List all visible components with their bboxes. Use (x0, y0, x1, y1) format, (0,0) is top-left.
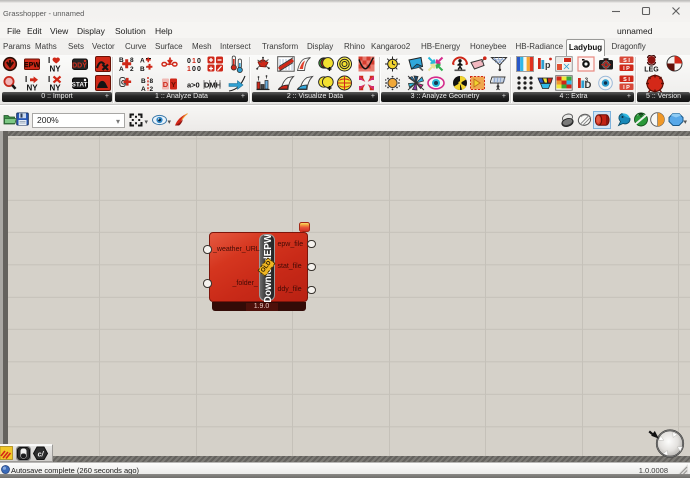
svg-text:0: 0 (187, 58, 191, 65)
svg-text:EPW: EPW (24, 62, 40, 69)
svg-text:STAT: STAT (72, 81, 88, 88)
svg-text:0: 0 (197, 66, 201, 72)
svg-text:A: A (140, 58, 145, 65)
svg-text:D: D (163, 80, 169, 89)
svg-text:B: B (141, 78, 146, 85)
svg-text:A: A (119, 66, 124, 72)
svg-text:0: 0 (197, 58, 201, 65)
svg-text:2: 2 (150, 86, 154, 92)
svg-text:I P: I P (623, 85, 630, 91)
svg-text:0: 0 (192, 66, 196, 72)
svg-text:NY: NY (49, 65, 61, 73)
svg-text:1: 1 (187, 66, 191, 72)
svg-text:LEG: LEG (644, 67, 659, 74)
svg-text:NY: NY (49, 83, 61, 91)
svg-text:p: p (545, 60, 551, 70)
svg-text:8: 8 (150, 78, 154, 85)
svg-text:S I: S I (623, 58, 630, 64)
svg-text:Y: Y (171, 80, 176, 89)
svg-text:S I: S I (623, 76, 630, 82)
svg-text:I P: I P (623, 66, 630, 72)
svg-text:a>0: a>0 (187, 80, 200, 89)
svg-text:DDY: DDY (72, 63, 87, 70)
svg-text:A: A (141, 86, 146, 92)
svg-text:DMH: DMH (204, 80, 221, 89)
svg-text:NY: NY (26, 83, 38, 91)
svg-text:1: 1 (192, 58, 196, 65)
svg-text:2: 2 (130, 66, 134, 72)
svg-text:B: B (140, 66, 145, 72)
